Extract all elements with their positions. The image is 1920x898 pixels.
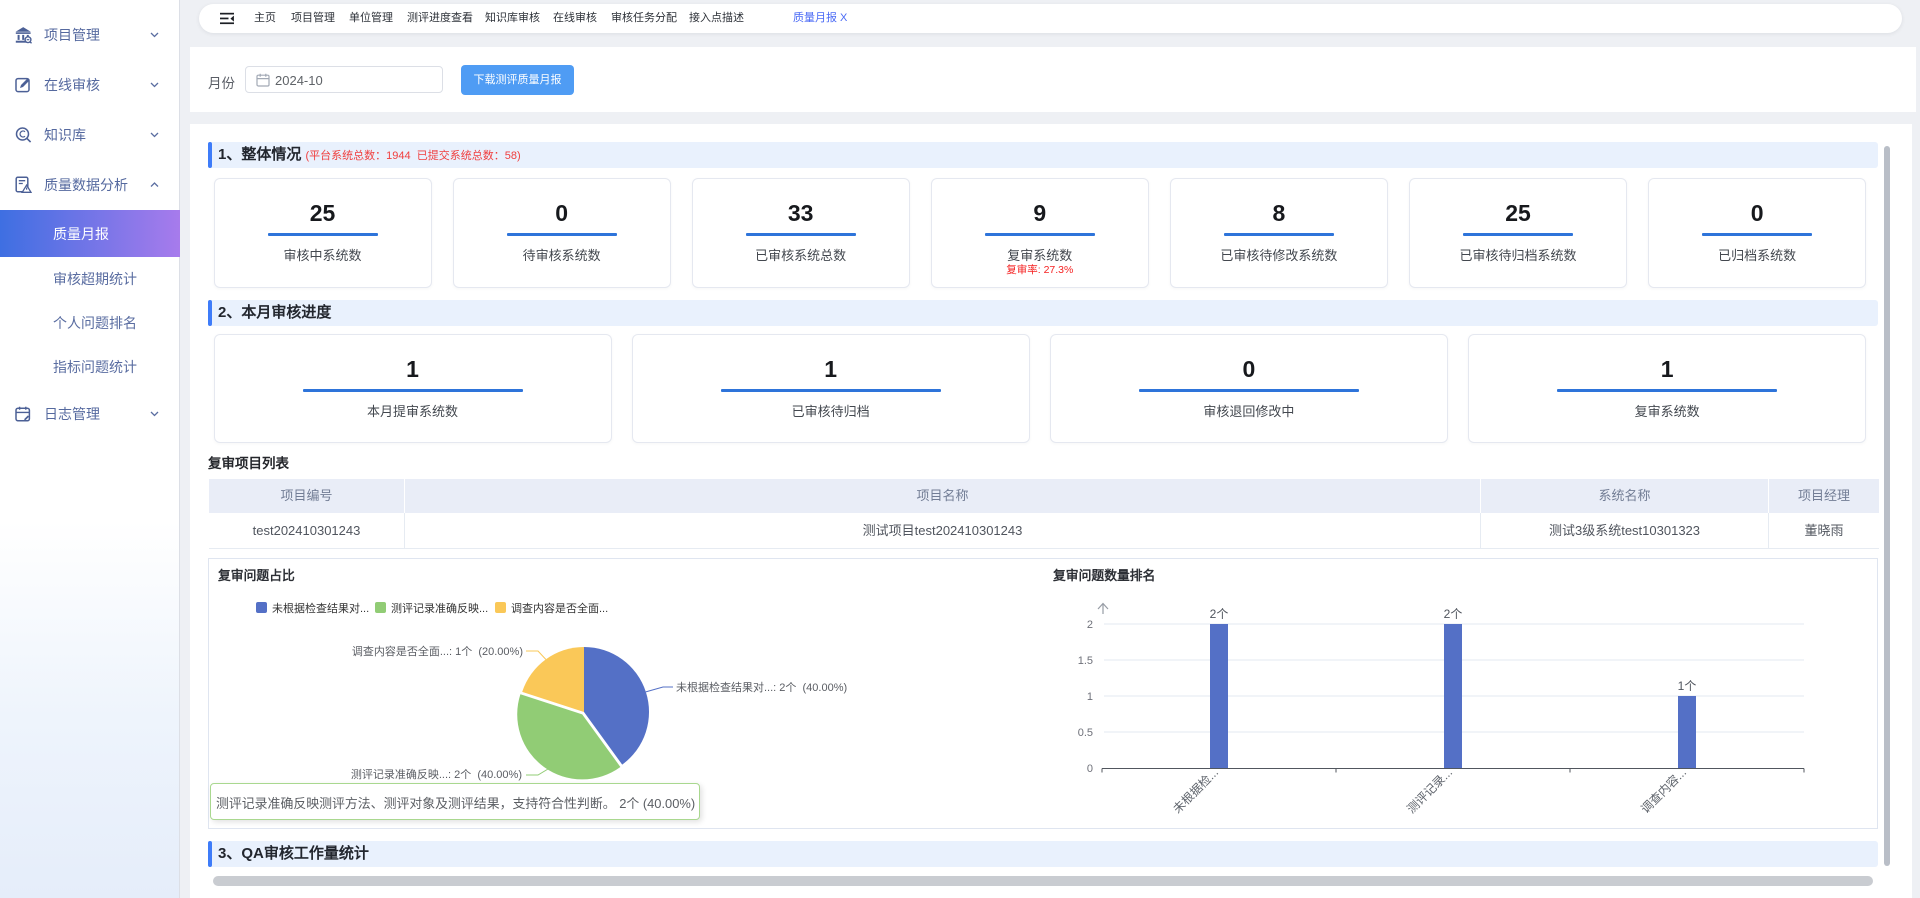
svg-text:测评记录准确反映...: 测评记录准确反映... xyxy=(391,602,488,615)
svg-text:未根据检查结果对...: 未根据检查结果对... xyxy=(272,601,369,615)
svg-text:测评记录...: 测评记录... xyxy=(1404,765,1455,816)
svg-text:测评记录准确反映...: 2个 (40.00%): 测评记录准确反映...: 2个 (40.00%) xyxy=(351,768,522,781)
svg-text:1.5: 1.5 xyxy=(1078,655,1093,667)
svg-text:复审问题数量排名: 复审问题数量排名 xyxy=(1052,568,1155,583)
svg-text:0: 0 xyxy=(1087,763,1093,775)
svg-text:复审问题占比: 复审问题占比 xyxy=(217,568,295,583)
svg-text:2个: 2个 xyxy=(1444,607,1463,621)
svg-text:2: 2 xyxy=(1087,619,1093,631)
svg-text:1个: 1个 xyxy=(1678,679,1697,693)
svg-text:调查内容...: 调查内容... xyxy=(1637,765,1689,817)
svg-text:未根据检查结果对...: 2个 (40.00%): 未根据检查结果对...: 2个 (40.00%) xyxy=(676,680,847,694)
svg-text:未根据检...: 未根据检... xyxy=(1169,765,1221,817)
svg-text:调查内容是否全面...: 调查内容是否全面... xyxy=(511,601,608,615)
svg-text:1: 1 xyxy=(1087,691,1093,703)
svg-text:0.5: 0.5 xyxy=(1078,727,1093,739)
svg-text:调查内容是否全面...: 1个 (20.00%): 调查内容是否全面...: 1个 (20.00%) xyxy=(352,644,523,658)
svg-text:2个: 2个 xyxy=(1210,607,1229,621)
